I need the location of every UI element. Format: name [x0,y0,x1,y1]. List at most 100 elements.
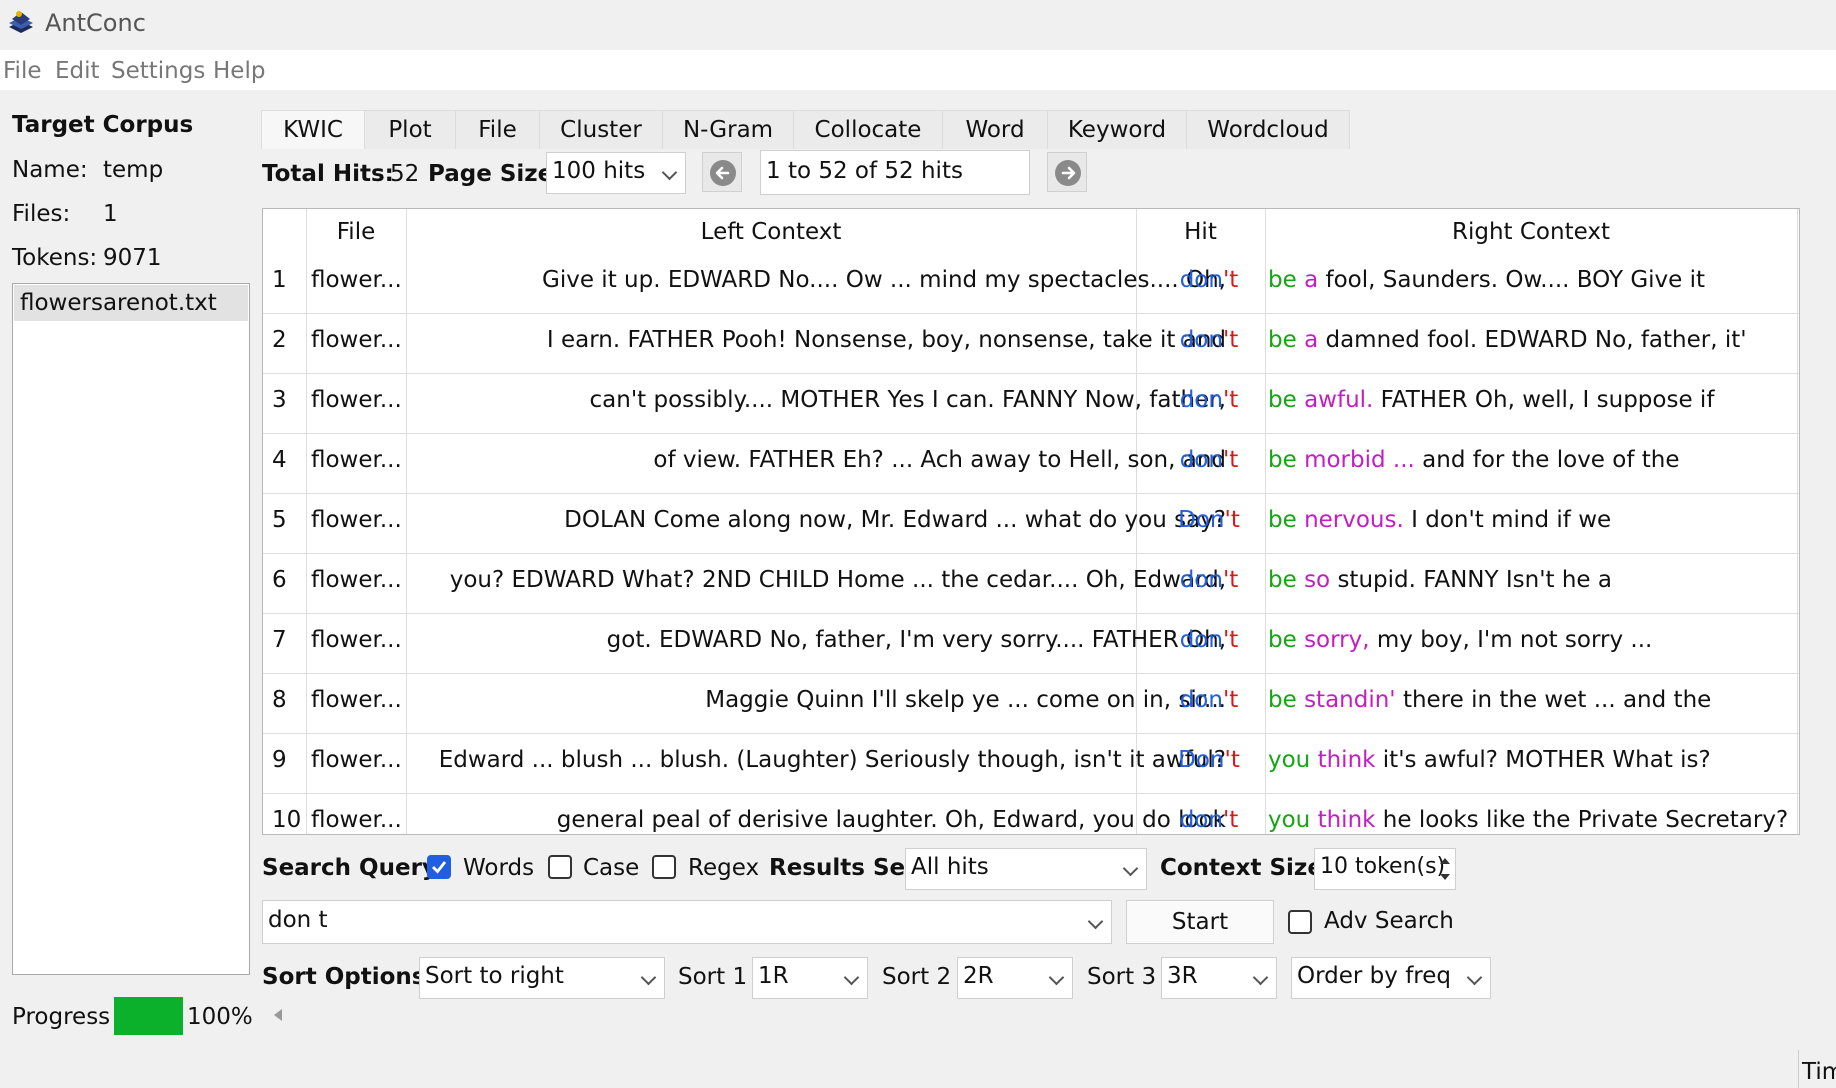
checkmark-icon [432,861,447,874]
tab-word-label: Word [965,117,1025,143]
tab-ngram[interactable]: N-Gram [662,110,794,149]
tab-plot[interactable]: Plot [364,110,456,149]
row-hit: don't [1135,567,1283,593]
target-corpus-heading: Target Corpus [12,112,194,138]
right-token-2: think [1317,747,1376,773]
right-token-2: sorry, [1304,627,1370,653]
order-select[interactable]: Order by freq [1291,957,1491,999]
table-row[interactable]: 6 flower... you? EDWARD What? 2ND CHILD Ho… [263,553,1799,614]
chevron-down-icon [1048,969,1065,986]
right-token-1: be [1268,687,1297,713]
hit-suffix: 't [1222,627,1239,653]
corpus-name-value: temp [103,157,164,183]
hit-suffix: 't [1222,447,1239,473]
row-number: 3 [272,387,287,413]
row-left-context: I earn. FATHER Pooh! Nonsense, boy, nons… [546,327,1226,353]
tab-file[interactable]: File [455,110,540,149]
sort1-value: 1R [758,963,789,989]
hit-suffix: 't [1224,507,1240,533]
hit-stem: don [1179,267,1223,293]
table-row[interactable]: 4 flower... of view. FATHER Eh? ... Ach aw… [263,433,1799,494]
sort2-select[interactable]: 2R [957,957,1073,999]
context-size-value: 10 token(s) [1320,854,1446,879]
total-hits-label: Total Hits: [262,161,394,187]
tab-wordcloud[interactable]: Wordcloud [1186,110,1350,149]
right-context-rest: I don't mind if we [1411,507,1612,533]
hit-stem: don [1179,567,1223,593]
row-left-context: can't possibly.... MOTHER Yes I can. FAN… [589,387,1227,413]
kwic-results-table[interactable]: File Left Context Hit Right Context 1 flo… [262,208,1800,835]
status-text: Tim [1802,1059,1836,1085]
menu-settings[interactable]: Settings [111,58,205,84]
row-right-context: be nervous. I don't mind if we [1268,507,1788,533]
corpus-tokens-value: 9071 [103,245,162,271]
corpus-file-list[interactable]: flowersarenot.txt [12,283,250,975]
tab-keyword[interactable]: Keyword [1047,110,1187,149]
tab-word[interactable]: Word [942,110,1048,149]
table-row[interactable]: 7 flower... got. EDWARD No, father, I'm ve… [263,613,1799,674]
table-row[interactable]: 2 flower... I earn. FATHER Pooh! Nonsense,… [263,313,1799,374]
header-hit[interactable]: Hit [1136,219,1265,245]
table-row[interactable]: 10 flower... general peal of derisive laug… [263,793,1799,834]
right-token-1: be [1268,267,1297,293]
right-context-rest: he looks like the Private Secretary? [1382,807,1788,833]
row-number: 1 [272,267,287,293]
adv-search-checkbox[interactable] [1288,910,1312,934]
right-token-1: be [1268,327,1297,353]
table-row[interactable]: 9 flower... Edward ... blush ... blush. (L… [263,733,1799,794]
page-range-field[interactable]: 1 to 52 of 52 hits [760,150,1030,195]
row-hit: Don't [1135,507,1283,533]
tab-cluster[interactable]: Cluster [539,110,663,149]
hit-suffix: 't [1222,567,1239,593]
right-token-2: think [1317,807,1376,833]
words-checkbox[interactable] [427,855,451,879]
header-right-context[interactable]: Right Context [1265,219,1797,245]
hit-suffix: 't [1222,687,1239,713]
regex-label: Regex [688,855,760,881]
regex-checkbox[interactable] [652,855,676,879]
sort1-select[interactable]: 1R [752,957,868,999]
row-right-context: be so stupid. FANNY Isn't he a [1268,567,1788,593]
tab-kwic[interactable]: KWIC [261,110,365,149]
menu-help[interactable]: Help [213,58,265,84]
menu-file[interactable]: File [3,58,42,84]
start-button[interactable]: Start [1126,900,1274,944]
table-row[interactable]: 3 flower... can't possibly.... MOTHER Yes … [263,373,1799,434]
table-row[interactable]: 5 flower... DOLAN Come along now, Mr. Edwa… [263,493,1799,554]
page-size-select[interactable]: 100 hits [546,152,686,194]
row-number: 7 [272,627,287,653]
case-checkbox[interactable] [548,855,572,879]
sort3-select[interactable]: 3R [1161,957,1277,999]
right-token-1: be [1268,387,1297,413]
progress-label: Progress [12,1004,111,1030]
tab-cluster-label: Cluster [560,117,642,143]
menu-edit[interactable]: Edit [55,58,100,84]
chevron-down-icon [1122,860,1139,877]
search-query-input[interactable]: don t [262,900,1112,944]
scroll-left-icon[interactable] [272,1008,284,1022]
sort3-label: Sort 3 [1087,964,1157,990]
tab-collocate[interactable]: Collocate [793,110,943,149]
spinner-arrows-icon[interactable] [1437,852,1453,886]
sort-mode-value: Sort to right [425,963,564,989]
row-right-context: be awful. FATHER Oh, well, I suppose if [1268,387,1788,413]
context-size-spinner[interactable]: 10 token(s) [1314,848,1456,890]
start-button-label: Start [1171,909,1229,935]
results-set-select[interactable]: All hits [905,848,1147,890]
header-left-context[interactable]: Left Context [406,219,1136,245]
row-hit: don't [1135,447,1283,473]
sort-mode-select[interactable]: Sort to right [419,957,665,999]
corpus-file-item[interactable]: flowersarenot.txt [14,285,248,321]
table-row[interactable]: 8 flower... Maggie Quinn I'll skelp ye ...… [263,673,1799,734]
table-row[interactable]: 1 flower... Give it up. EDWARD No.... Ow .… [263,253,1799,314]
app-title: AntConc [45,9,146,37]
hit-stem: don [1179,387,1223,413]
row-right-context: be a fool, Saunders. Ow.... BOY Give it [1268,267,1788,293]
hit-stem: don [1179,627,1223,653]
next-page-button[interactable] [1047,152,1087,192]
header-file[interactable]: File [306,219,406,245]
prev-page-button[interactable] [702,152,742,192]
tab-kwic-label: KWIC [283,117,343,143]
hit-stem: don [1179,447,1223,473]
chevron-down-icon [661,164,678,181]
